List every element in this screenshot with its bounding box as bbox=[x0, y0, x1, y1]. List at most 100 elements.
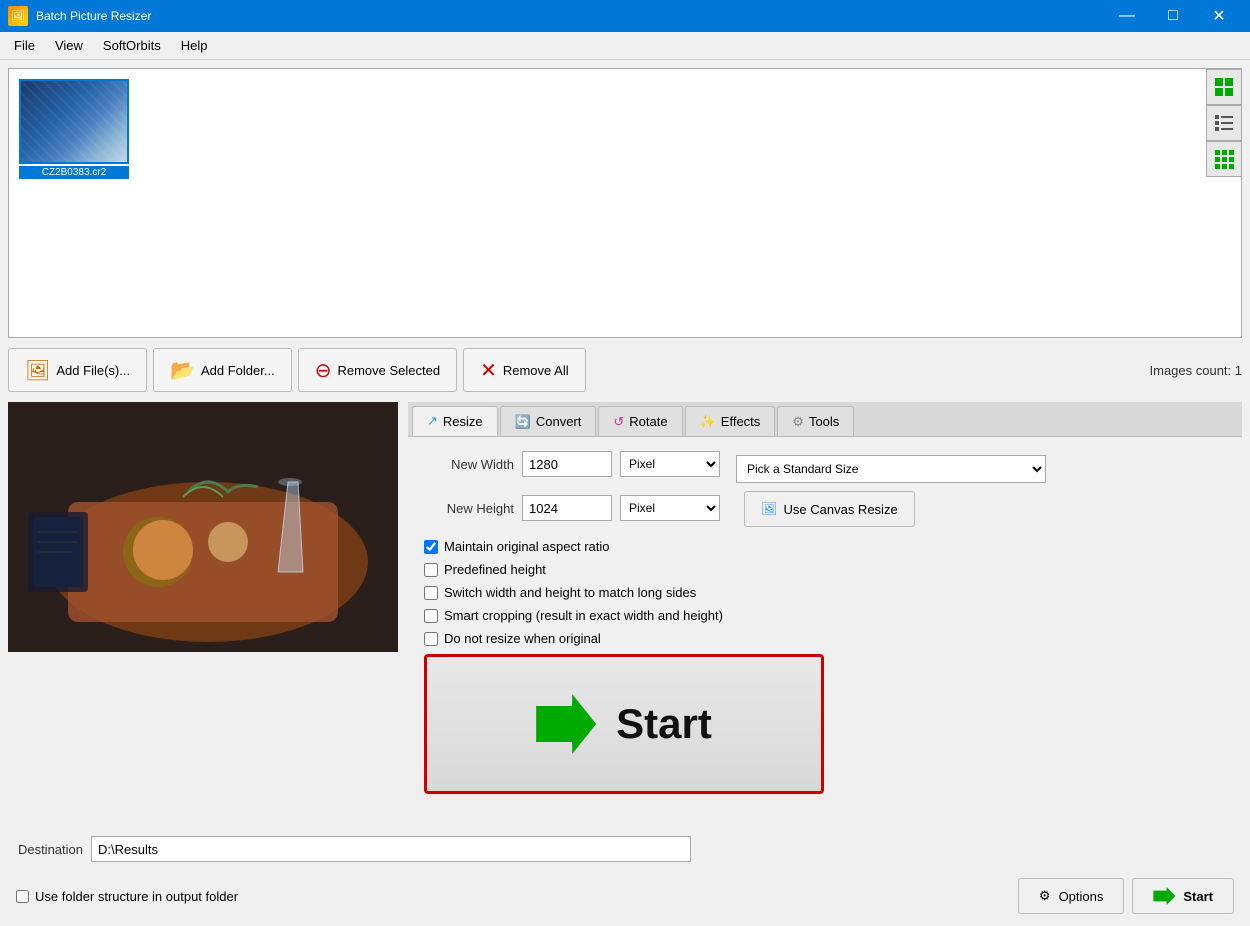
convert-tab-label: Convert bbox=[536, 414, 582, 429]
add-folder-button[interactable]: 📂 Add Folder... bbox=[153, 348, 292, 392]
tab-convert[interactable]: 🔄 Convert bbox=[500, 406, 597, 436]
toolbar: 🖼 Add File(s)... 📂 Add Folder... ⊖ Remov… bbox=[8, 344, 1242, 396]
convert-tab-icon: 🔄 bbox=[515, 414, 531, 430]
new-width-input[interactable] bbox=[522, 451, 612, 477]
view-buttons bbox=[1206, 69, 1242, 177]
preview-image bbox=[8, 402, 398, 652]
predefined-height-checkbox[interactable] bbox=[424, 563, 438, 577]
dimension-inputs: New Width Pixel Percent Cm Inch New Heig… bbox=[424, 451, 720, 531]
app-title: Batch Picture Resizer bbox=[36, 9, 1104, 23]
standard-size-select[interactable]: Pick a Standard Size bbox=[736, 455, 1046, 483]
tools-tab-icon: ⚙ bbox=[792, 414, 804, 430]
smart-cropping-row: Smart cropping (result in exact width an… bbox=[424, 608, 1226, 623]
canvas-resize-icon: 🖼 bbox=[761, 501, 778, 517]
options-label: Options bbox=[1059, 889, 1104, 904]
image-panel: CZ2B0383.cr2 bbox=[8, 68, 1242, 338]
predefined-height-row: Predefined height bbox=[424, 562, 1226, 577]
canvas-resize-label: Use Canvas Resize bbox=[784, 502, 898, 517]
options-icon: ⚙ bbox=[1039, 888, 1051, 904]
tabs: ↗ Resize 🔄 Convert ↺ Rotate ✨ Effects ⚙ bbox=[408, 402, 1242, 436]
tab-rotate[interactable]: ↺ Rotate bbox=[598, 406, 682, 436]
resize-tab-content: New Width Pixel Percent Cm Inch New Heig… bbox=[408, 436, 1242, 808]
remove-selected-icon: ⊖ bbox=[315, 358, 332, 383]
resize-tab-icon: ↗ bbox=[427, 413, 438, 429]
smart-cropping-checkbox[interactable] bbox=[424, 609, 438, 623]
switch-width-height-label: Switch width and height to match long si… bbox=[444, 585, 696, 600]
menu-softorbits[interactable]: SoftOrbits bbox=[93, 34, 171, 57]
maintain-aspect-row: Maintain original aspect ratio bbox=[424, 539, 1226, 554]
new-height-label: New Height bbox=[424, 501, 514, 516]
grid-view-button[interactable] bbox=[1206, 141, 1242, 177]
rotate-tab-icon: ↺ bbox=[613, 414, 624, 430]
menu-help[interactable]: Help bbox=[171, 34, 218, 57]
destination-input[interactable] bbox=[91, 836, 691, 862]
remove-all-label: Remove All bbox=[503, 363, 569, 378]
rotate-tab-label: Rotate bbox=[629, 414, 667, 429]
tab-effects[interactable]: ✨ Effects bbox=[685, 406, 776, 436]
close-button[interactable]: ✕ bbox=[1196, 0, 1242, 32]
bottom-section: ↗ Resize 🔄 Convert ↺ Rotate ✨ Effects ⚙ bbox=[8, 402, 1242, 824]
start-large-label: Start bbox=[616, 700, 712, 748]
maintain-aspect-checkbox[interactable] bbox=[424, 540, 438, 554]
start-small-label: Start bbox=[1183, 889, 1213, 904]
menu-file[interactable]: File bbox=[4, 34, 45, 57]
tab-resize[interactable]: ↗ Resize bbox=[412, 406, 498, 436]
destination-row: Destination bbox=[8, 830, 1242, 868]
resize-tab-label: Resize bbox=[443, 414, 483, 429]
start-button-small[interactable]: Start bbox=[1132, 878, 1234, 914]
minimize-button[interactable]: — bbox=[1104, 0, 1150, 32]
maintain-aspect-label: Maintain original aspect ratio bbox=[444, 539, 609, 554]
bottom-right-buttons: ⚙ Options Start bbox=[1018, 878, 1234, 914]
add-folder-label: Add Folder... bbox=[201, 363, 275, 378]
folder-structure-checkbox[interactable] bbox=[16, 890, 29, 903]
titlebar: 🖼 Batch Picture Resizer — □ ✕ bbox=[0, 0, 1250, 32]
thumbnail-image bbox=[19, 79, 129, 164]
remove-all-icon: ✕ bbox=[480, 358, 497, 383]
new-width-label: New Width bbox=[424, 457, 514, 472]
list-view-button[interactable] bbox=[1206, 105, 1242, 141]
switch-width-height-row: Switch width and height to match long si… bbox=[424, 585, 1226, 600]
settings-panel: ↗ Resize 🔄 Convert ↺ Rotate ✨ Effects ⚙ bbox=[408, 402, 1242, 824]
remove-selected-button[interactable]: ⊖ Remove Selected bbox=[298, 348, 457, 392]
do-not-resize-label: Do not resize when original bbox=[444, 631, 601, 646]
add-files-icon: 🖼 bbox=[25, 358, 50, 383]
new-width-row: New Width Pixel Percent Cm Inch bbox=[424, 451, 720, 477]
preview-panel bbox=[8, 402, 408, 824]
tab-tools[interactable]: ⚙ Tools bbox=[777, 406, 854, 436]
options-button[interactable]: ⚙ Options bbox=[1018, 878, 1124, 914]
image-item[interactable]: CZ2B0383.cr2 bbox=[19, 79, 129, 179]
new-height-input[interactable] bbox=[522, 495, 612, 521]
main-content: CZ2B0383.cr2 bbox=[0, 60, 1250, 926]
remove-selected-label: Remove Selected bbox=[337, 363, 440, 378]
switch-width-height-checkbox[interactable] bbox=[424, 586, 438, 600]
start-arrow-large-icon bbox=[536, 694, 596, 754]
new-height-row: New Height Pixel Percent Cm Inch bbox=[424, 495, 720, 521]
tools-tab-label: Tools bbox=[809, 414, 839, 429]
image-filename: CZ2B0383.cr2 bbox=[19, 166, 129, 179]
start-arrow-small-icon bbox=[1153, 887, 1175, 905]
canvas-resize-button[interactable]: 🖼 Use Canvas Resize bbox=[744, 491, 915, 527]
folder-structure-row: Use folder structure in output folder bbox=[16, 889, 238, 904]
add-files-button[interactable]: 🖼 Add File(s)... bbox=[8, 348, 147, 392]
maximize-button[interactable]: □ bbox=[1150, 0, 1196, 32]
menu-view[interactable]: View bbox=[45, 34, 93, 57]
thumbnail-view-button[interactable] bbox=[1206, 69, 1242, 105]
destination-label: Destination bbox=[8, 842, 83, 857]
start-button-large[interactable]: Start bbox=[424, 654, 824, 794]
do-not-resize-checkbox[interactable] bbox=[424, 632, 438, 646]
smart-cropping-label: Smart cropping (result in exact width an… bbox=[444, 608, 723, 623]
menubar: File View SoftOrbits Help bbox=[0, 32, 1250, 60]
remove-all-button[interactable]: ✕ Remove All bbox=[463, 348, 586, 392]
predefined-height-label: Predefined height bbox=[444, 562, 546, 577]
add-folder-icon: 📂 bbox=[170, 358, 195, 383]
app-icon: 🖼 bbox=[8, 6, 28, 26]
effects-tab-label: Effects bbox=[721, 414, 761, 429]
folder-structure-label: Use folder structure in output folder bbox=[35, 889, 238, 904]
add-files-label: Add File(s)... bbox=[56, 363, 130, 378]
do-not-resize-row: Do not resize when original bbox=[424, 631, 1226, 646]
height-unit-select[interactable]: Pixel Percent Cm Inch bbox=[620, 495, 720, 521]
bottom-bar: Use folder structure in output folder ⚙ … bbox=[8, 874, 1242, 918]
width-unit-select[interactable]: Pixel Percent Cm Inch bbox=[620, 451, 720, 477]
window-controls: — □ ✕ bbox=[1104, 0, 1242, 32]
image-list: CZ2B0383.cr2 bbox=[15, 75, 1235, 183]
